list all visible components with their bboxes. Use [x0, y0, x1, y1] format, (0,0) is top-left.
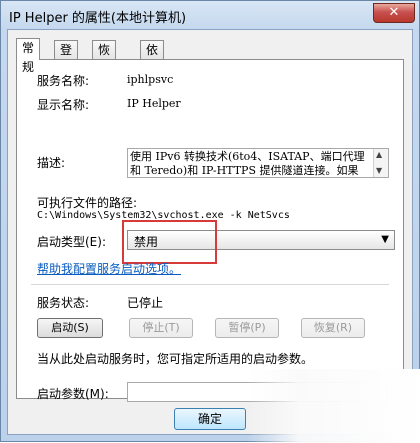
help-link[interactable]: 帮助我配置服务启动选项。 — [37, 260, 181, 277]
start-params-label: 启动参数(M): — [37, 387, 109, 401]
resume-button[interactable]: 恢复(R) — [301, 318, 365, 338]
description-label: 描述: — [37, 156, 66, 170]
tab-dependencies[interactable]: 依存关系 — [140, 40, 165, 114]
divider — [31, 284, 389, 285]
status-label: 服务状态: — [37, 296, 90, 310]
tab-general[interactable]: 常规 — [16, 38, 41, 74]
pause-button[interactable]: 暂停(P) — [215, 318, 279, 338]
close-button[interactable]: ✕ — [373, 3, 415, 23]
display-name-value: IP Helper — [127, 97, 181, 110]
close-icon: ✕ — [388, 5, 400, 20]
exe-path-value: C:\Windows\System32\svchost.exe -k NetSv… — [37, 210, 290, 221]
tab-recovery[interactable]: 恢复 — [92, 40, 117, 76]
description-box[interactable]: 使用 IPv6 转换技术(6to4、ISATAP、端口代理和 Teredo)和 … — [127, 148, 389, 178]
title-bar[interactable]: IP Helper 的属性(本地计算机) ✕ — [1, 1, 420, 29]
scroll-down-icon[interactable]: ▼ — [376, 167, 382, 175]
startup-type-label: 启动类型(E): — [37, 235, 106, 249]
startup-type-value: 禁用 — [134, 235, 159, 249]
properties-window: IP Helper 的属性(本地计算机) ✕ 常规 登录 恢复 依存关系 服务名… — [0, 0, 420, 443]
scroll-up-icon[interactable]: ▲ — [376, 151, 382, 159]
service-name-value: iphlpsvc — [127, 73, 174, 86]
tab-logon[interactable]: 登录 — [54, 40, 79, 76]
description-scrollbar[interactable]: ▲ ▼ — [373, 149, 388, 177]
general-panel: 服务名称: iphlpsvc 显示名称: IP Helper 描述: 使用 IP… — [16, 59, 404, 402]
status-value: 已停止 — [127, 296, 164, 310]
stop-button[interactable]: 停止(T) — [129, 318, 193, 338]
window-title: IP Helper 的属性(本地计算机) — [9, 11, 187, 26]
faded-corner — [247, 369, 420, 443]
display-name-label: 显示名称: — [37, 98, 90, 112]
description-text: 使用 IPv6 转换技术(6to4、ISATAP、端口代理和 Teredo)和 … — [130, 150, 365, 177]
start-params-hint: 当从此处启动服务时，您可指定所适用的启动参数。 — [37, 352, 314, 366]
startup-type-select[interactable]: 禁用 ▼ — [127, 230, 395, 250]
start-button[interactable]: 启动(S) — [37, 318, 103, 338]
ok-button[interactable]: 确定 — [174, 408, 246, 430]
service-name-label: 服务名称: — [37, 74, 90, 88]
exe-path-label: 可执行文件的路径: — [37, 196, 138, 210]
chevron-down-icon: ▼ — [381, 234, 389, 245]
